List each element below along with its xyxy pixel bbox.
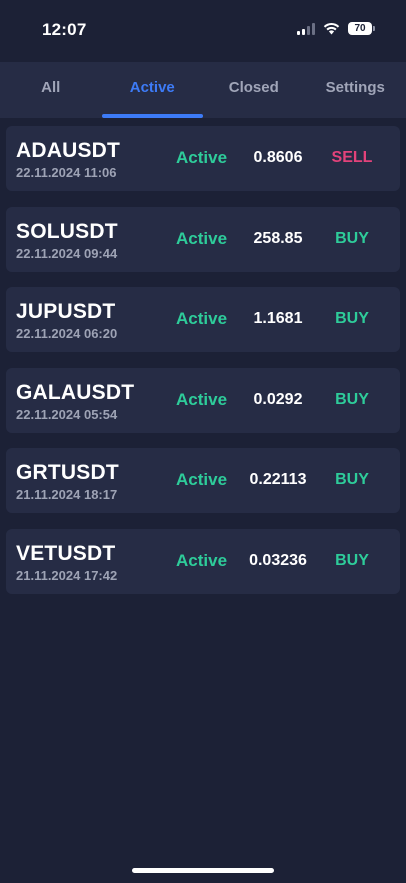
trade-card[interactable]: GRTUSDT 21.11.2024 18:17 Active 0.22113 … xyxy=(6,448,400,513)
trade-symbol: GALAUSDT xyxy=(16,380,135,404)
trade-symbol: JUPUSDT xyxy=(16,300,116,323)
trade-status: Active xyxy=(176,389,228,409)
trade-card[interactable]: SOLUSDT 22.11.2024 09:44 Active 258.85 B… xyxy=(6,206,400,272)
tab-label: Settings xyxy=(325,79,385,96)
battery-icon: 70 xyxy=(348,22,375,35)
trade-datetime: 22.11.2024 05:54 xyxy=(16,406,118,422)
trade-status: Active xyxy=(176,550,228,570)
trade-status: Active xyxy=(176,309,228,328)
status-icons: 70 xyxy=(297,22,375,35)
trade-price: 0.8606 xyxy=(253,149,303,166)
trade-side: BUY xyxy=(335,310,369,327)
trade-symbol: SOLUSDT xyxy=(16,219,118,243)
trade-card[interactable]: VETUSDT 21.11.2024 17:42 Active 0.03236 … xyxy=(6,528,400,594)
tab-label: Active xyxy=(129,79,175,96)
trade-price: 0.22113 xyxy=(249,471,307,488)
tab-closed[interactable]: Closed xyxy=(203,62,305,118)
trade-datetime: 22.11.2024 09:44 xyxy=(16,245,118,261)
trade-side: BUY xyxy=(335,471,369,488)
cellular-signal-icon xyxy=(297,22,315,35)
trade-datetime: 21.11.2024 18:17 xyxy=(16,487,118,502)
trade-symbol: VETUSDT xyxy=(16,541,116,565)
tab-all[interactable]: All xyxy=(0,62,102,118)
trade-datetime: 22.11.2024 11:06 xyxy=(16,165,117,180)
status-time: 12:07 xyxy=(42,20,87,39)
trade-side: BUY xyxy=(335,229,369,247)
home-indicator[interactable] xyxy=(132,868,274,873)
wifi-icon xyxy=(323,22,340,35)
trade-side: BUY xyxy=(335,390,369,408)
trade-side: BUY xyxy=(335,551,369,569)
trade-status: Active xyxy=(176,148,228,167)
trade-side: SELL xyxy=(331,149,373,166)
app-screen: 12:07 70 All Active Closed Settings ADAU… xyxy=(0,0,406,883)
trade-card[interactable]: JUPUSDT 22.11.2024 06:20 Active 1.1681 B… xyxy=(6,287,400,352)
trade-price: 1.1681 xyxy=(253,310,303,327)
trade-price: 258.85 xyxy=(253,229,303,247)
tab-active[interactable]: Active xyxy=(101,62,203,118)
trade-price: 0.0292 xyxy=(253,390,303,408)
trade-symbol: ADAUSDT xyxy=(16,139,121,162)
tab-label: Closed xyxy=(228,79,279,96)
trade-price: 0.03236 xyxy=(249,551,307,569)
trade-datetime: 22.11.2024 06:20 xyxy=(16,326,118,341)
tab-active-indicator xyxy=(101,114,203,118)
trade-status: Active xyxy=(176,470,228,489)
tab-label: All xyxy=(41,79,61,96)
trade-card[interactable]: GALAUSDT 22.11.2024 05:54 Active 0.0292 … xyxy=(6,367,400,433)
trade-card[interactable]: ADAUSDT 22.11.2024 11:06 Active 0.8606 S… xyxy=(6,126,400,191)
tab-settings[interactable]: Settings xyxy=(305,62,406,118)
trade-symbol: GRTUSDT xyxy=(16,461,119,484)
tab-bar: All Active Closed Settings xyxy=(0,62,406,118)
trade-list: ADAUSDT 22.11.2024 11:06 Active 0.8606 S… xyxy=(6,126,400,609)
status-bar: 12:07 70 xyxy=(0,0,406,62)
trade-status: Active xyxy=(176,228,228,248)
trade-datetime: 21.11.2024 17:42 xyxy=(16,567,118,583)
